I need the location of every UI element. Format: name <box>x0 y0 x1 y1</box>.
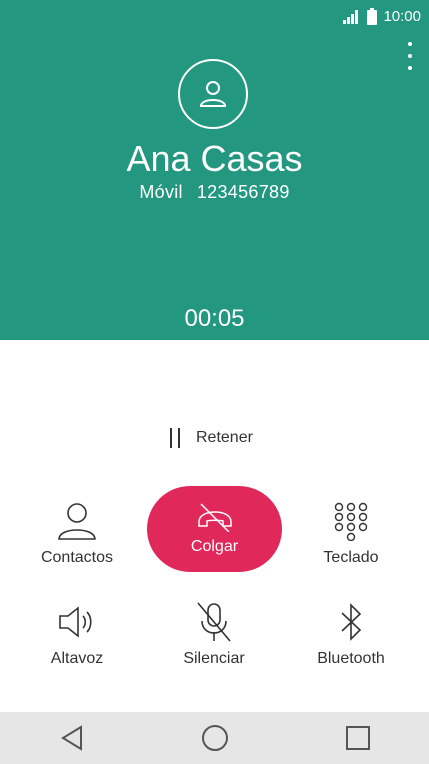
person-icon <box>199 81 227 107</box>
recents-icon <box>345 726 370 750</box>
hangup-label: Colgar <box>190 538 239 555</box>
hold-label: Retener <box>196 429 253 446</box>
status-time: 10:00 <box>383 7 421 25</box>
battery-icon <box>367 7 378 25</box>
contacts-button[interactable]: Contactos <box>32 497 122 567</box>
speaker-button[interactable]: Altavoz <box>32 598 122 668</box>
speaker-icon <box>59 606 92 638</box>
end-call-icon <box>197 503 232 532</box>
pause-icon <box>170 428 180 448</box>
navigation-bar <box>0 712 429 764</box>
caller-header: 10:00 Ana Casas Móvil 123456789 00:05 <box>0 0 429 340</box>
signal-icon <box>343 9 359 24</box>
status-bar: 10:00 <box>343 6 421 26</box>
nav-back-button[interactable] <box>17 712 127 764</box>
caller-avatar <box>178 59 248 129</box>
mute-button[interactable]: Silenciar <box>169 598 259 668</box>
home-icon <box>201 725 228 751</box>
phone-number: 123456789 <box>196 182 290 202</box>
bluetooth-button[interactable]: Bluetooth <box>306 598 396 668</box>
bluetooth-label: Bluetooth <box>317 650 385 667</box>
back-icon <box>60 725 82 751</box>
caller-name: Ana Casas <box>126 138 303 179</box>
hold-button[interactable]: Retener <box>170 424 253 452</box>
call-timer: 00:05 <box>184 305 245 332</box>
hangup-button[interactable]: Colgar <box>147 486 282 572</box>
caller-number: Móvil 123456789 <box>0 182 429 203</box>
bluetooth-icon <box>341 603 362 641</box>
contacts-label: Contactos <box>40 549 114 566</box>
mute-label: Silenciar <box>183 650 245 667</box>
more-options-icon[interactable] <box>405 42 415 70</box>
keypad-button[interactable]: Teclado <box>306 497 396 567</box>
mic-off-icon <box>197 602 231 642</box>
keypad-label: Teclado <box>323 549 379 566</box>
nav-home-button[interactable] <box>160 712 270 764</box>
dialpad-icon <box>334 502 368 541</box>
nav-recents-button[interactable] <box>303 712 413 764</box>
number-type: Móvil <box>139 182 183 202</box>
contact-icon <box>58 503 96 540</box>
speaker-label: Altavoz <box>50 650 104 667</box>
